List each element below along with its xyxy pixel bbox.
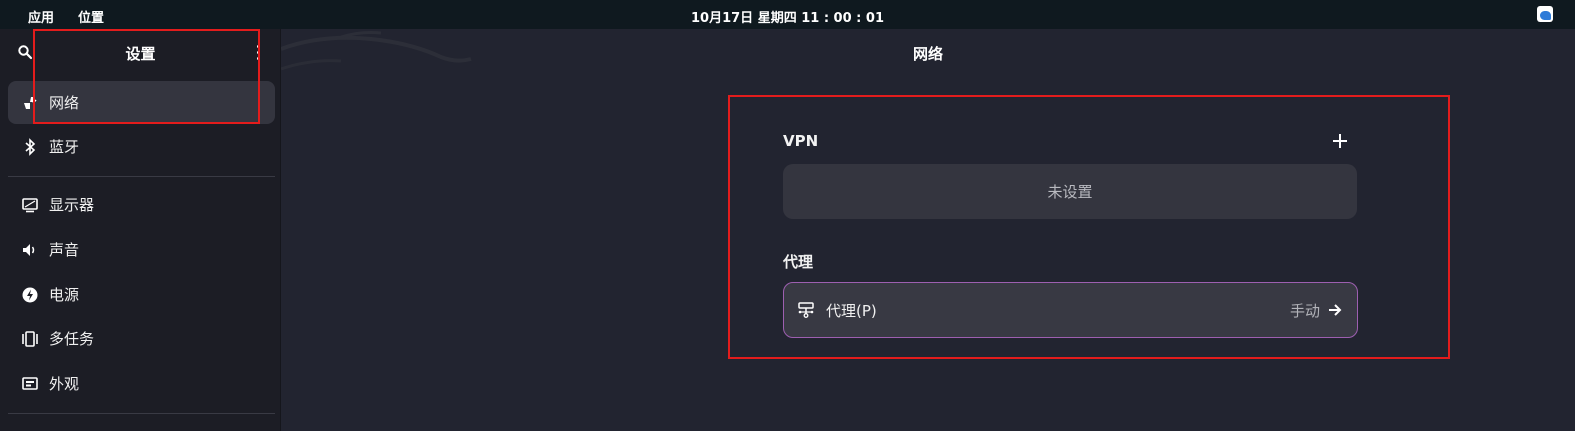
sidebar-item-multitasking[interactable]: 多任务: [8, 317, 275, 360]
network-icon: [24, 96, 37, 109]
apps-menu[interactable]: 应用: [28, 7, 54, 26]
top-panel: 应用 位置 10月17日 星期四 11 : 00 : 01: [0, 0, 1575, 29]
proxy-icon: [798, 302, 814, 318]
sidebar-item-appearance[interactable]: 外观: [8, 362, 275, 405]
plus-icon[interactable]: [1330, 131, 1350, 151]
page-title: 网络: [912, 45, 943, 63]
sidebar-item-label: 电源: [49, 286, 80, 304]
proxy-row[interactable]: 代理(P) 手动: [783, 282, 1358, 338]
arrow-right-icon: [1329, 304, 1342, 316]
proxy-row-label: 代理(P): [826, 301, 877, 320]
sidebar-item-sound[interactable]: 声音: [8, 228, 275, 271]
proxy-section-label: 代理: [783, 253, 814, 271]
sidebar-title: 设置: [125, 45, 156, 63]
sidebar-item-label: 多任务: [49, 330, 95, 348]
power-icon: [22, 287, 38, 302]
sidebar-item-label: 网络: [49, 94, 80, 112]
sidebar-header: 设置: [0, 29, 280, 79]
sidebar-item-bluetooth[interactable]: 蓝牙: [8, 125, 275, 168]
sidebar-item-label: 声音: [49, 241, 80, 259]
sidebar-divider: [8, 413, 275, 414]
bluetooth-icon: [25, 137, 36, 156]
vpn-section-label: VPN: [783, 132, 819, 150]
sidebar-item-network[interactable]: 网络: [8, 81, 275, 124]
sidebar-divider: [8, 176, 275, 177]
sidebar-item-label: 外观: [49, 375, 80, 393]
sidebar-item-label: 显示器: [49, 196, 95, 214]
sidebar-item-power[interactable]: 电源: [8, 273, 275, 316]
sound-icon: [23, 243, 35, 256]
more-vertical-icon[interactable]: [255, 43, 261, 61]
appearance-icon: [22, 376, 38, 390]
display-icon: [22, 197, 38, 212]
messenger-icon[interactable]: [1537, 6, 1553, 22]
sidebar: 设置 网络 蓝牙 显示器 声音 电源 多任务 外观: [0, 29, 281, 431]
vpn-empty-state: 未设置: [783, 164, 1357, 219]
sidebar-item-label: 蓝牙: [49, 138, 80, 156]
vpn-empty-text: 未设置: [1047, 183, 1093, 201]
clock[interactable]: 10月17日 星期四 11 : 00 : 01: [691, 11, 884, 26]
proxy-row-value: 手动: [1289, 301, 1320, 320]
sidebar-item-display[interactable]: 显示器: [8, 183, 275, 226]
multitasking-icon: [22, 330, 38, 347]
places-menu[interactable]: 位置: [78, 7, 104, 26]
